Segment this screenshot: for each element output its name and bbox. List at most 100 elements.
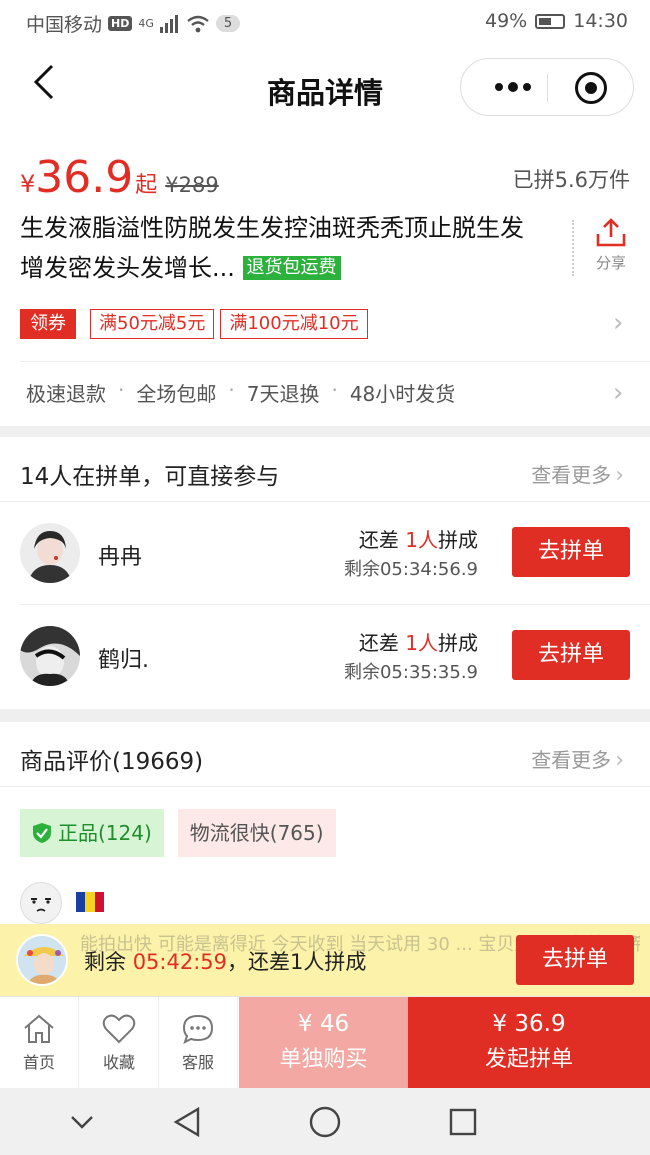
group-row: 冉冉 还差 1人拼成 剩余05:34:56.9 去拼单 [0, 502, 650, 604]
status-bar: 中国移动 HD 4G 5 49% 14:30 [0, 0, 650, 44]
service-item: 极速退款 [26, 382, 106, 406]
banner-remain-label: 剩余 [84, 950, 126, 974]
reviews-header: 商品评价(19669) [20, 749, 204, 775]
need-count: 1人 [405, 528, 438, 552]
service-item: 7天退换 [246, 382, 320, 406]
review-tag-fast-shipping[interactable]: 物流很快(765) [177, 809, 336, 857]
service-item: 全场包邮 [136, 382, 217, 406]
more-dots-icon[interactable] [483, 59, 543, 115]
chat-icon [182, 1014, 214, 1044]
sold-count: 已拼5.6万件 [512, 168, 630, 192]
single-price: ¥ 46 [297, 1011, 350, 1037]
share-icon [596, 218, 626, 247]
review-tag-row: 正品(124) 物流很快(765) [20, 809, 336, 857]
coupon-row[interactable]: 领券 满50元减5元 满100元减10元 [20, 308, 630, 340]
single-label: 单独购买 [279, 1047, 368, 1072]
price-suffix: 起 [135, 173, 158, 198]
customer-service-button[interactable]: 客服 [159, 997, 238, 1089]
avatar [20, 626, 80, 686]
group-label: 发起拼单 [484, 1047, 573, 1072]
group-user-name: 鹤归. [98, 648, 149, 673]
group-need-text: 还差 1人拼成 [359, 627, 478, 656]
join-group-button[interactable]: 去拼单 [512, 527, 630, 577]
price-row: ¥ 36.9 起 ¥289 [20, 152, 219, 203]
divider [0, 786, 650, 787]
group-remaining-time: 剩余05:35:35.9 [343, 662, 478, 683]
product-title: 生发液脂溢性防脱发生发控油斑秃秃顶止脱生发增发密发头发增长... 退货包运费 [20, 208, 535, 288]
network-label: 4G [138, 17, 154, 30]
mini-program-capsule [460, 58, 634, 116]
heart-icon [102, 1014, 136, 1044]
carrier-label: 中国移动 [26, 14, 103, 36]
see-more-label: 查看更多 [531, 463, 612, 487]
signal-icon [159, 14, 178, 33]
banner-join-button[interactable]: 去拼单 [516, 935, 634, 985]
original-price: ¥289 [165, 173, 219, 197]
chevron-down-icon[interactable] [66, 1105, 98, 1139]
nav-bar: 商品详情 [0, 44, 650, 132]
buy-alone-button[interactable]: ¥ 46 单独购买 [239, 997, 408, 1089]
home-label: 首页 [22, 1053, 55, 1072]
avatar [20, 523, 80, 583]
share-button[interactable]: 分享 [588, 218, 634, 273]
banner-countdown: 05:42:59 [132, 950, 228, 974]
bottom-action-bar: 首页 收藏 客服 ¥ 46 单独购买 ¥ 36.9 发起拼单 [0, 996, 650, 1089]
need-prefix: 还差 [358, 528, 399, 552]
need-prefix: 还差 [358, 631, 399, 655]
group-countdown-banner: 能拍出快 可能是离得近 今天收到 当天试用 30 ... 宝贝用了没有效果 希望… [0, 924, 650, 996]
page: 中国移动 HD 4G 5 49% 14:30 商品详情 ¥ 36.9 起 ¥28… [0, 0, 650, 1155]
chevron-right-icon: › [615, 463, 624, 488]
see-more-reviews-link[interactable]: 查看更多 › [531, 744, 624, 773]
refund-tag: 退货包运费 [242, 256, 341, 280]
service-label: 客服 [181, 1053, 214, 1072]
battery-percent: 49% [485, 10, 528, 32]
clock: 14:30 [573, 10, 628, 32]
need-suffix: 拼成 [438, 528, 478, 552]
hd-badge: HD [108, 16, 133, 31]
separator-dot: · [228, 378, 235, 402]
service-guarantees[interactable]: 极速退款 · 全场包邮 · 7天退换 · 48小时发货 [26, 378, 455, 407]
product-info-card: ¥ 36.9 起 ¥289 已拼5.6万件 生发液脂溢性防脱发生发控油斑秃秃顶止… [0, 132, 650, 426]
notification-count: 5 [215, 15, 241, 32]
system-nav-bar [0, 1088, 650, 1155]
home-circle-icon[interactable] [308, 1105, 342, 1139]
group-need-text: 还差 1人拼成 [359, 524, 478, 553]
group-user-name: 冉冉 [98, 545, 143, 570]
coupon-tag: 满50元减5元 [90, 309, 215, 339]
share-divider [572, 220, 574, 276]
currency-symbol: ¥ [20, 170, 36, 198]
group-price: ¥ 36.9 [492, 1011, 566, 1037]
divider [20, 361, 650, 362]
target-circle-icon[interactable] [575, 72, 607, 104]
start-group-button[interactable]: ¥ 36.9 发起拼单 [408, 997, 650, 1089]
group-row: 鹤归. 还差 1人拼成 剩余05:35:35.9 去拼单 [0, 605, 650, 707]
wifi-icon [187, 15, 209, 32]
coupon-tag: 满100元减10元 [220, 309, 368, 339]
favorite-button[interactable]: 收藏 [80, 997, 159, 1089]
chevron-right-icon: › [613, 308, 624, 338]
capsule-divider [547, 74, 548, 102]
share-label: 分享 [595, 254, 626, 272]
back-triangle-icon[interactable] [170, 1105, 204, 1139]
service-item: 48小时发货 [349, 382, 456, 406]
get-coupon-badge: 领券 [20, 309, 76, 339]
country-flag-icon [76, 892, 104, 912]
chevron-right-icon: › [615, 748, 624, 773]
see-more-groups-link[interactable]: 查看更多 › [531, 459, 624, 488]
home-button[interactable]: 首页 [0, 997, 79, 1089]
separator-dot: · [331, 378, 338, 402]
group-buy-header: 14人在拼单，可直接参与 [20, 464, 280, 490]
favorite-label: 收藏 [102, 1053, 135, 1072]
review-tag-label: 正品(124) [58, 821, 152, 845]
avatar [16, 934, 68, 986]
chevron-right-icon: › [613, 378, 624, 408]
separator-dot: · [118, 378, 125, 402]
reviews-section: 商品评价(19669) 查看更多 › 正品(124) 物流很快(765) [0, 722, 650, 932]
price: 36.9 [35, 152, 134, 203]
review-tag-genuine[interactable]: 正品(124) [20, 809, 164, 857]
see-more-label: 查看更多 [531, 748, 612, 772]
join-group-button[interactable]: 去拼单 [512, 630, 630, 680]
reviewer-avatar [20, 882, 62, 924]
recents-square-icon[interactable] [446, 1105, 480, 1139]
home-icon [24, 1014, 54, 1043]
